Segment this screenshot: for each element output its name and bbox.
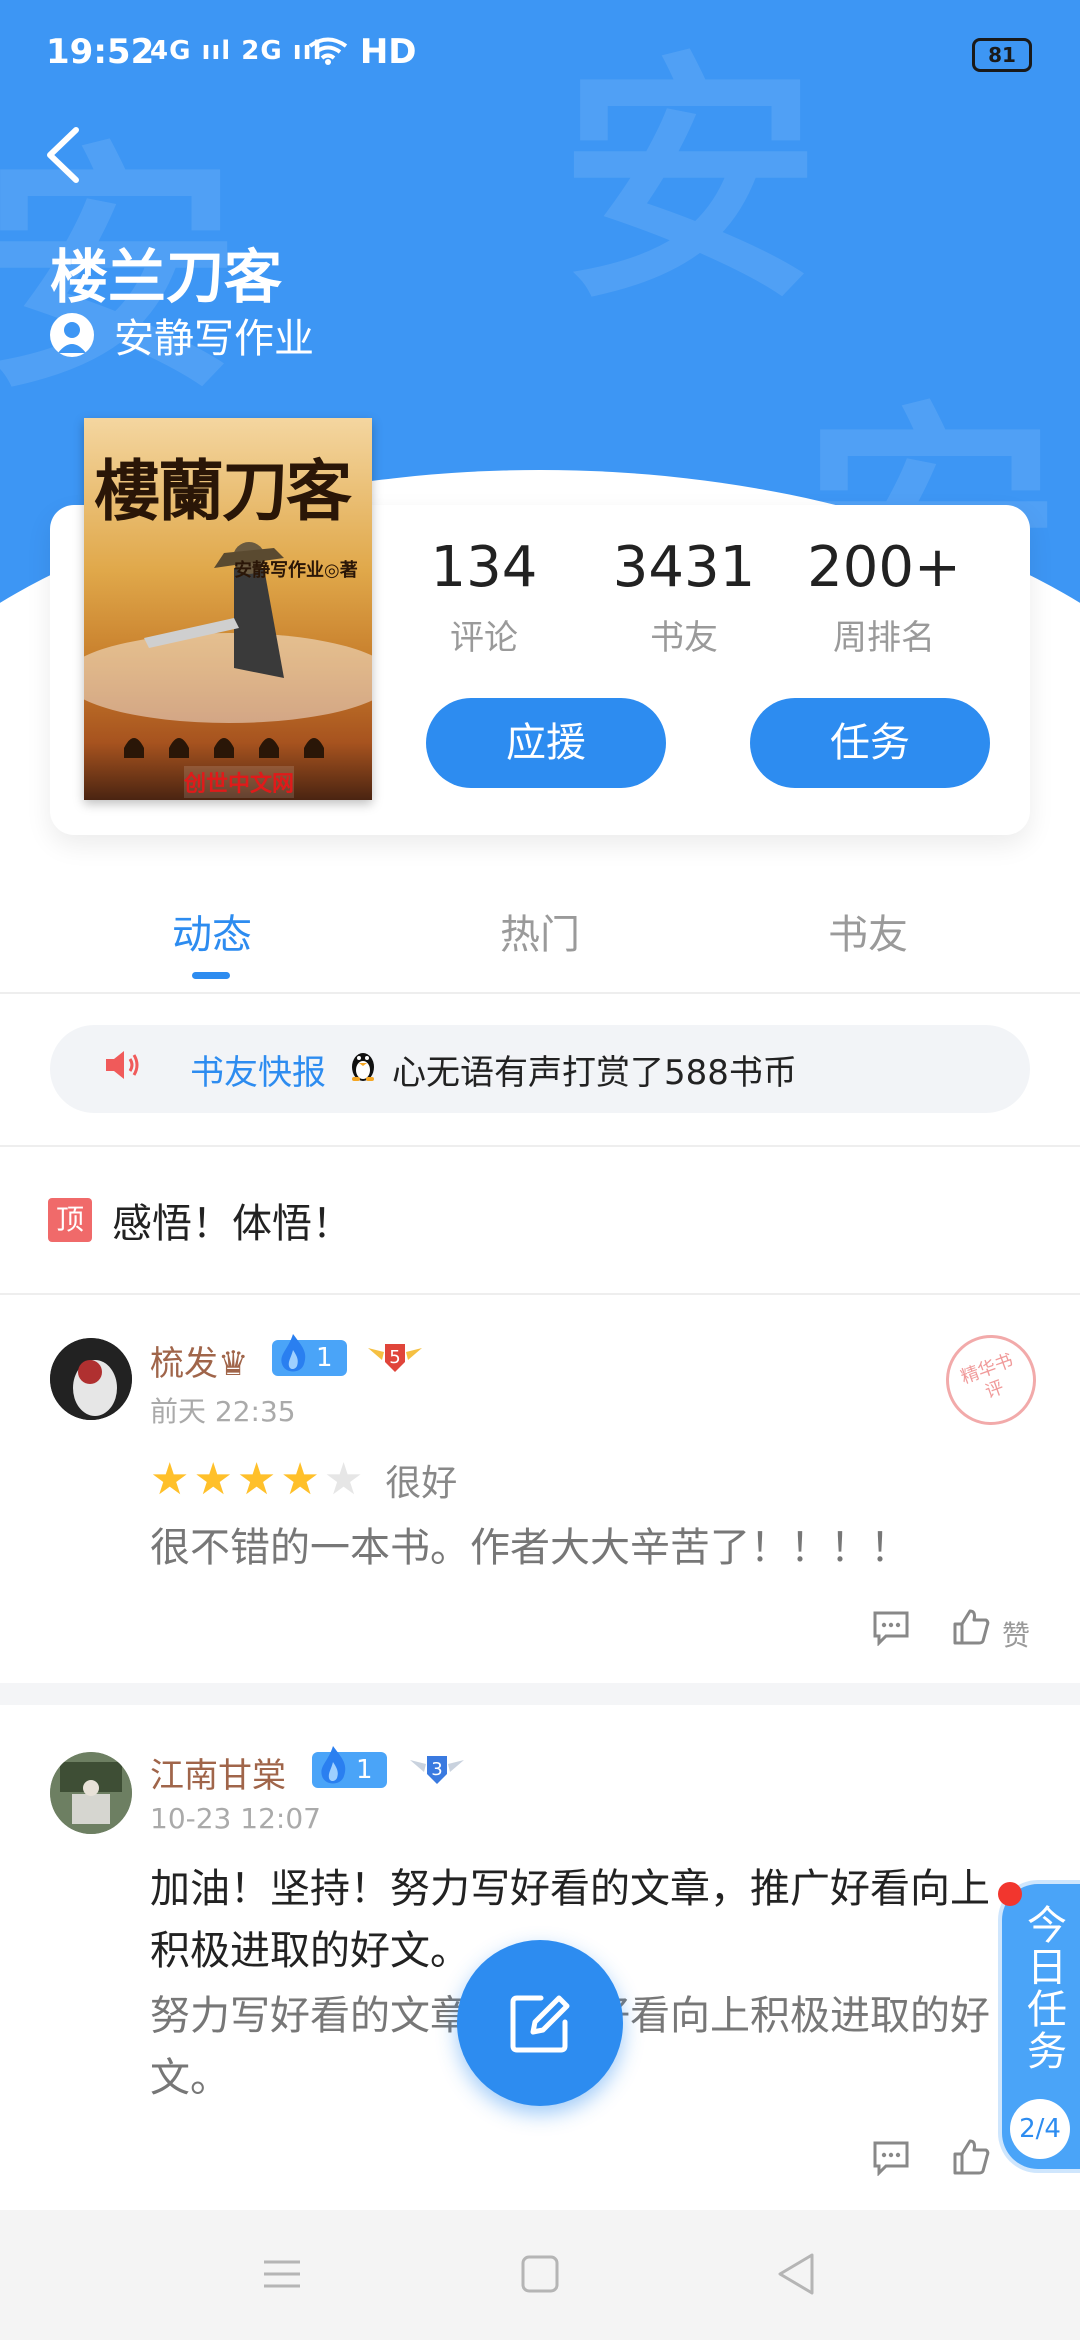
avatar[interactable] — [50, 1752, 132, 1834]
notification-dot — [998, 1882, 1022, 1906]
news-text: 心无语有声打赏了588书币 — [392, 1052, 797, 1093]
fan-level-badge: 1 — [312, 1746, 387, 1788]
publisher-logo: 创世中文网 — [184, 766, 295, 798]
wifi-hd-indicator: HD — [308, 32, 417, 72]
author-link[interactable]: 安静写作业 — [50, 305, 314, 365]
stat-value: 3431 — [612, 535, 756, 600]
reply-icon[interactable] — [872, 1610, 910, 1650]
rank-value: 5 — [389, 1347, 400, 1368]
username[interactable]: 梳发♛ — [150, 1336, 248, 1385]
avatar[interactable] — [50, 1338, 132, 1420]
divider — [0, 1145, 1080, 1147]
comment-time: 10-23 12:07 — [150, 1802, 321, 1835]
star-icon: ★ — [236, 1454, 277, 1505]
user-icon — [50, 313, 94, 357]
pinned-badge: 顶 — [48, 1198, 92, 1242]
news-ticker[interactable]: 书友快报 心无语有声打赏了588书币 — [50, 1025, 1030, 1113]
username[interactable]: 江南甘棠 — [150, 1748, 286, 1797]
speaker-icon — [102, 1047, 142, 1092]
section-gap — [0, 1683, 1080, 1705]
status-time: 19:52 — [46, 32, 155, 72]
fan-level-value: 1 — [356, 1755, 373, 1785]
star-rating: ★ ★ ★ ★ ★ 很好 — [150, 1454, 457, 1506]
star-empty-icon: ★ — [323, 1454, 364, 1505]
penguin-icon — [348, 1047, 378, 1092]
daily-task-widget[interactable]: 今日任务 2/4 — [998, 1880, 1080, 2173]
star-icon: ★ — [280, 1454, 320, 1505]
active-tab-indicator — [192, 972, 230, 979]
book-cover[interactable]: 樓蘭刀客 安静写作业◎著 创世中文网 — [84, 418, 372, 800]
write-post-button[interactable] — [457, 1940, 623, 2106]
task-button[interactable]: 任务 — [750, 698, 990, 788]
news-label: 书友快报 — [190, 1052, 326, 1093]
fan-level-badge: 1 — [272, 1334, 347, 1376]
stat-weekly-rank[interactable]: 200+ 周排名 — [794, 535, 974, 659]
menu-icon[interactable] — [262, 2254, 302, 2298]
stamp-text: 精华书评 — [958, 1350, 1017, 1403]
daily-task-progress: 2/4 — [1010, 2099, 1070, 2159]
stat-value: 200+ — [807, 535, 961, 600]
tab-bar: 动态 热门 书友 — [0, 880, 1080, 990]
flame-icon — [321, 1746, 346, 1784]
star-icon: ★ — [150, 1454, 190, 1505]
back-triangle-icon[interactable] — [776, 2252, 816, 2300]
stat-label: 书友 — [650, 618, 718, 658]
cover-author: 安静写作业◎著 — [234, 560, 358, 581]
fan-level-value: 1 — [316, 1343, 333, 1373]
stat-label: 周排名 — [833, 618, 935, 658]
rank-value: 3 — [431, 1759, 442, 1780]
divider — [0, 1293, 1080, 1295]
chevron-left-icon — [47, 127, 79, 183]
wifi-icon — [308, 32, 360, 72]
rank-badge: 5 — [366, 1338, 424, 1378]
rating-text: 很好 — [385, 1463, 458, 1504]
network-label: HD — [359, 32, 417, 72]
pinned-post[interactable]: 顶 感悟！体悟！ — [48, 1190, 352, 1250]
tab-popular[interactable]: 热门 — [440, 902, 640, 960]
stat-value: 134 — [430, 535, 538, 600]
status-bar: 19:52 4G ııl 2G ııl HD 81 — [0, 0, 1080, 105]
battery-icon: 81 — [972, 38, 1032, 72]
featured-stamp: 精华书评 — [933, 1322, 1049, 1438]
flame-icon — [281, 1334, 306, 1372]
stat-label: 评论 — [450, 618, 518, 658]
divider — [0, 992, 1080, 994]
rank-badge: 3 — [408, 1750, 466, 1790]
tab-activity[interactable]: 动态 — [112, 902, 312, 960]
author-name: 安静写作业 — [114, 316, 314, 362]
comment-text: 很不错的一本书。作者大大辛苦了！！！！ — [150, 1525, 910, 1571]
back-button[interactable] — [40, 120, 90, 190]
like-icon[interactable] — [952, 1608, 990, 1650]
star-icon: ★ — [193, 1454, 233, 1505]
book-title: 楼兰刀客 — [50, 243, 283, 311]
pinned-title: 感悟！体悟！ — [112, 1201, 352, 1247]
stat-readers[interactable]: 3431 书友 — [594, 535, 774, 659]
tab-readers[interactable]: 书友 — [768, 902, 968, 960]
edit-icon — [510, 1995, 570, 2053]
comment-time: 前天 22:35 — [150, 1395, 296, 1428]
cover-title: 樓蘭刀客 — [94, 452, 352, 530]
reply-icon[interactable] — [872, 2140, 910, 2180]
support-button[interactable]: 应援 — [426, 698, 666, 788]
home-icon[interactable] — [520, 2254, 560, 2298]
stat-comments[interactable]: 134 评论 — [394, 535, 574, 659]
system-nav-bar — [0, 2210, 1080, 2340]
like-icon[interactable] — [952, 2138, 990, 2180]
daily-task-label: 今日任务 — [1020, 1904, 1066, 2072]
signal-icon: 4G ııl 2G ııl — [150, 36, 323, 66]
like-label[interactable]: 赞 — [1002, 1614, 1030, 1654]
